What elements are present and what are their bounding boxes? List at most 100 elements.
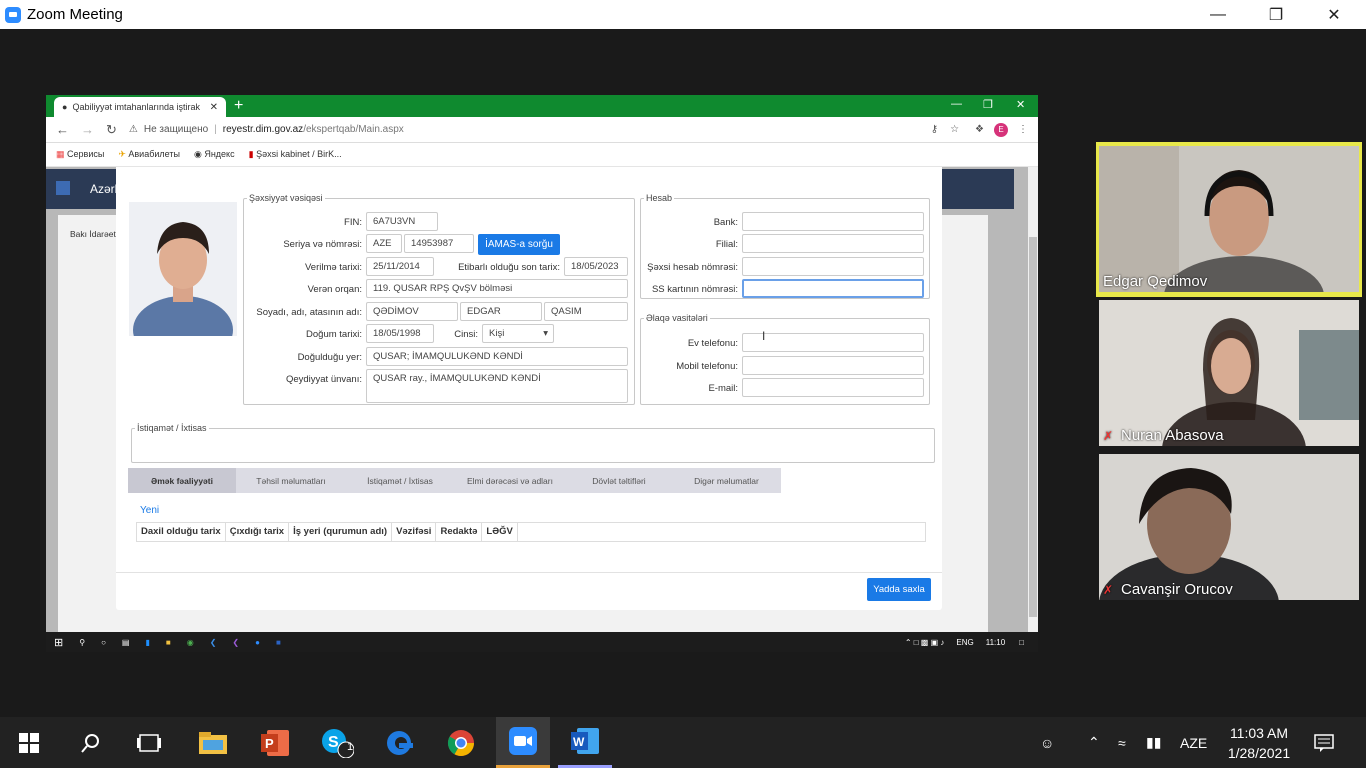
valid-date-field[interactable]: 18/05/2023 xyxy=(564,257,628,276)
star-icon[interactable]: ☆ xyxy=(950,124,959,135)
scrollbar-thumb[interactable] xyxy=(1029,237,1037,617)
clock-time: 11:03 AM xyxy=(1229,724,1289,741)
word-button[interactable]: W xyxy=(558,717,612,768)
tab-close-icon[interactable]: ✕ xyxy=(210,102,218,113)
zoom-button[interactable] xyxy=(496,717,550,768)
muted-mic-icon: ✗ xyxy=(1103,428,1114,443)
mobile-phone-field[interactable] xyxy=(742,356,924,375)
filial-field[interactable] xyxy=(742,234,924,253)
page-scrollbar[interactable] xyxy=(1028,167,1038,632)
account-number-field[interactable] xyxy=(742,257,924,276)
address-field[interactable]: QUSAR ray., İMAMQULUKƏND KƏNDİ xyxy=(366,369,628,403)
start-button[interactable] xyxy=(2,717,56,768)
new-tab-button[interactable]: + xyxy=(234,97,243,115)
profile-avatar[interactable]: E xyxy=(994,122,1008,137)
address-bar: ← → ↻ ⚠ Не защищено | reyestr.dim.gov.az… xyxy=(46,117,1038,143)
work-table-header: Daxil olduğu tarix Çıxdığı tarix İş yeri… xyxy=(136,522,926,542)
surname-field[interactable]: QƏDİMOV xyxy=(366,302,458,321)
battery-icon[interactable]: ▮▮ xyxy=(1146,717,1161,768)
bookmark-kabinet[interactable]: ▮ Şəxsi kabinet / BirK... xyxy=(249,149,342,160)
url-path[interactable]: /ekspertqab/Main.aspx xyxy=(303,124,404,135)
chrome-button[interactable] xyxy=(434,717,488,768)
tab-education[interactable]: Təhsil məlumatları xyxy=(236,468,346,493)
tray-icons: ⌃ □ ▩ ▣ ♪ xyxy=(904,637,945,647)
profile-modal: Şəxsiyyət vəsiqəsi FIN: 6A7U3VN Seriya v… xyxy=(116,167,942,610)
svg-text:P: P xyxy=(265,736,274,751)
tab-other[interactable]: Digər məlumatlar xyxy=(672,468,781,493)
nomre-field[interactable]: 14953987 xyxy=(404,234,474,253)
organ-field[interactable]: 119. QUSAR RPŞ QvŞV bölməsi xyxy=(366,279,628,298)
name-field[interactable]: EDGAR xyxy=(460,302,542,321)
tab-awards[interactable]: Dövlət təltifləri xyxy=(566,468,672,493)
gender-select[interactable]: Kişi ▾ xyxy=(482,324,554,343)
search-icon xyxy=(81,733,99,753)
participant-name-2: Nuran Abasova xyxy=(1121,427,1224,444)
vm-lang: ENG xyxy=(956,637,974,647)
notification-icon: □ xyxy=(1019,637,1024,647)
edge-button[interactable] xyxy=(372,717,426,768)
forward-icon[interactable]: → xyxy=(81,122,94,137)
new-link[interactable]: Yeni xyxy=(140,505,159,516)
word-icon: ■ xyxy=(275,637,281,647)
bookmark-aviabilety[interactable]: ✈ Авиабилеты xyxy=(118,149,180,160)
participant-name-3: Cavanşir Orucov xyxy=(1121,581,1233,598)
search-button[interactable] xyxy=(63,717,117,768)
extensions-icon[interactable]: ❖ xyxy=(975,124,984,135)
file-explorer-button[interactable] xyxy=(186,717,240,768)
menu-icon[interactable]: ⋮ xyxy=(1018,124,1028,135)
birthplace-field[interactable]: QUSAR; İMAMQULUKƏND KƏNDİ xyxy=(366,347,628,366)
home-phone-field[interactable] xyxy=(742,333,924,352)
bookmark-icon: ▮ xyxy=(248,149,254,159)
zoom-app-icon xyxy=(509,727,537,755)
word-icon: W xyxy=(571,728,599,754)
bookmark-yandex[interactable]: ◉ Яндекс xyxy=(194,149,235,160)
vm-time: 11:10 xyxy=(985,637,1006,647)
wifi-icon[interactable]: ≈ xyxy=(1118,717,1126,768)
email-field[interactable] xyxy=(742,378,924,397)
iamas-query-button[interactable]: İAMAS-a sorğu xyxy=(478,234,560,255)
participant-tile-3[interactable]: ✗ Cavanşir Orucov xyxy=(1099,454,1359,600)
tab-degrees[interactable]: Elmi dərəcəsi və adları xyxy=(454,468,566,493)
participant-name-1: Edgar Qedimov xyxy=(1103,273,1208,290)
skype-badge: 1 xyxy=(347,741,354,753)
seria-field[interactable]: AZE xyxy=(366,234,402,253)
task-view-button[interactable] xyxy=(122,717,176,768)
ss-card-field[interactable] xyxy=(742,279,924,298)
not-secure-label[interactable]: Не защищено xyxy=(144,124,208,135)
bank-field[interactable] xyxy=(742,212,924,231)
url-host[interactable]: reyestr.dim.gov.az xyxy=(223,124,303,135)
input-language[interactable]: AZE xyxy=(1180,717,1207,768)
bookmarks-bar: ▦ Сервисы ✈ Авиабилеты ◉ Яндекс ▮ Şəxsi … xyxy=(46,143,1038,167)
birth-date-field[interactable]: 18/05/1998 xyxy=(366,324,434,343)
action-center-icon[interactable] xyxy=(1314,717,1334,768)
powerpoint-button[interactable]: P xyxy=(248,717,302,768)
close-button[interactable]: ✕ xyxy=(1305,0,1363,29)
tab-work[interactable]: Əmək fəaliyyəti xyxy=(128,468,236,493)
minimize-button[interactable]: — xyxy=(1189,0,1247,29)
participant-tile-2[interactable]: ✗ Nuran Abasova xyxy=(1099,300,1359,446)
side-menu-item[interactable]: Bakı İdarəet xyxy=(70,229,116,239)
people-icon[interactable]: ☺ xyxy=(1040,717,1054,768)
skype-button[interactable]: S 1 xyxy=(310,717,364,768)
chevron-down-icon: ▾ xyxy=(543,328,548,339)
key-icon[interactable]: ⚷ xyxy=(931,124,938,135)
participant-tile-1[interactable]: Edgar Qedimov xyxy=(1099,146,1359,292)
shared-browser-window: ● Qabiliyyət imtahanlarında iştirak ✕ + … xyxy=(46,95,1038,652)
save-button[interactable]: Yadda saxla xyxy=(867,578,931,601)
father-field[interactable]: QASIM xyxy=(544,302,628,321)
reload-icon[interactable]: ↻ xyxy=(106,122,117,138)
chrome-icon: ◉ xyxy=(186,637,194,647)
back-icon[interactable]: ← xyxy=(56,122,69,137)
fin-field[interactable]: 6A7U3VN xyxy=(366,212,438,231)
show-hidden-icons[interactable]: ⌃ xyxy=(1088,717,1100,768)
clock[interactable]: 11:03 AM 1/28/2021 xyxy=(1224,717,1294,768)
browser-close-button[interactable]: ✕ xyxy=(1016,98,1025,111)
maximize-button[interactable]: ❐ xyxy=(1247,0,1305,29)
browser-tab[interactable]: ● Qabiliyyət imtahanlarında iştirak ✕ xyxy=(54,97,226,117)
browser-restore-button[interactable]: ❐ xyxy=(983,98,993,111)
tab-direction[interactable]: İstiqamət / İxtisas xyxy=(346,468,454,493)
issue-date-field[interactable]: 25/11/2014 xyxy=(366,257,434,276)
browser-minimize-button[interactable]: — xyxy=(951,98,962,110)
bookmark-services[interactable]: ▦ Сервисы xyxy=(56,149,104,160)
zoom-title-bar: Zoom Meeting — ❐ ✕ xyxy=(0,0,1366,29)
